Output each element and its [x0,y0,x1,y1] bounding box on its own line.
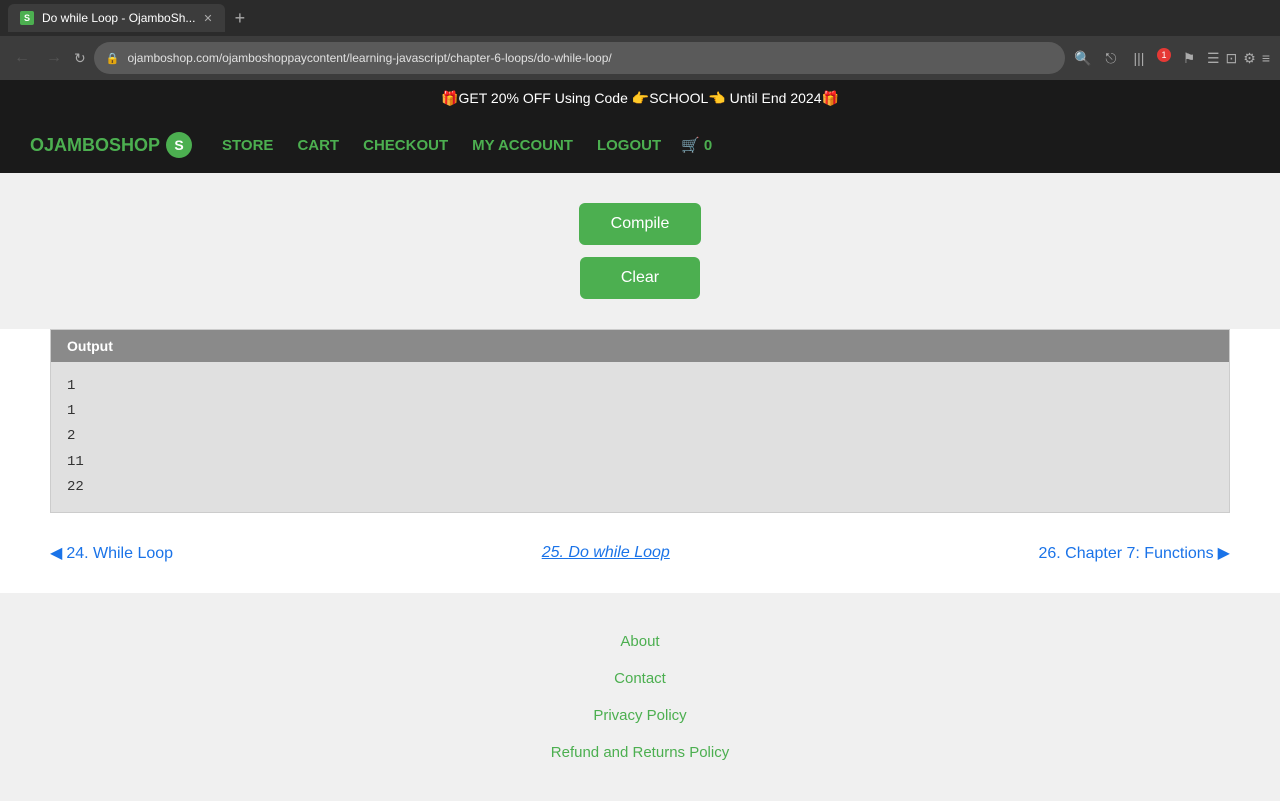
logo-link[interactable]: OJAMBOSHOP S [30,132,192,158]
back-button[interactable]: ← [10,49,34,67]
logo-icon: S [166,132,192,158]
promo-banner: 🎁GET 20% OFF Using Code 👉SCHOOL👈 Until E… [0,80,1280,117]
compile-button[interactable]: Compile [579,203,702,245]
sidebar-icons: ☰ ⊡ ⚙ ≡ [1207,50,1270,67]
forward-button[interactable]: → [42,49,66,67]
search-icon[interactable]: 🔍 [1073,48,1093,68]
active-tab[interactable]: S Do while Loop - OjamboSh... ✕ [8,4,225,32]
cart-link[interactable]: CART [297,137,339,154]
logo-text: OJAMBOSHOP [30,135,160,156]
menu-icon[interactable]: ≡ [1262,50,1270,66]
footer: About Contact Privacy Policy Refund and … [0,593,1280,801]
account-link[interactable]: MY ACCOUNT [472,137,573,154]
extension-icon[interactable]: ⚑ [1179,48,1199,68]
next-lesson-link[interactable]: 26. Chapter 7: Functions [1038,543,1230,563]
settings-icon[interactable]: ⚙ [1243,50,1256,67]
output-area: Output 1 1 2 11 22 [50,329,1230,513]
browser-controls: ← → ↻ 🔒 ojamboshop.com/ojamboshoppaycont… [0,36,1280,80]
tab-bar: S Do while Loop - OjamboSh... ✕ + [0,0,1280,36]
new-tab-button[interactable]: + [229,8,252,29]
browser-extras: 🔍 ⎋ ||| 1 ⚑ [1073,48,1199,68]
address-bar[interactable]: 🔒 ojamboshop.com/ojamboshoppaycontent/le… [94,42,1065,74]
lesson-nav: 24. While Loop 25. Do while Loop 26. Cha… [0,513,1280,593]
refresh-button[interactable]: ↻ [74,50,86,67]
sidebar-toggle[interactable]: ☰ [1207,50,1220,67]
output-line-1: 1 [67,374,1213,399]
output-content: 1 1 2 11 22 [51,362,1229,512]
nav-links: STORE CART CHECKOUT MY ACCOUNT LOGOUT [222,137,661,154]
logout-link[interactable]: LOGOUT [597,137,661,154]
cart-count: 0 [704,137,712,154]
main-nav: OJAMBOSHOP S STORE CART CHECKOUT MY ACCO… [0,117,1280,173]
compiler-area: Compile Clear [0,173,1280,329]
cart-widget[interactable]: 🛒 0 [681,136,712,154]
lock-icon: 🔒 [106,52,120,65]
store-link[interactable]: STORE [222,137,273,154]
tab-favicon: S [20,11,34,25]
page: 🎁GET 20% OFF Using Code 👉SCHOOL👈 Until E… [0,80,1280,801]
checkout-link[interactable]: CHECKOUT [363,137,448,154]
browser-chrome: S Do while Loop - OjamboSh... ✕ + ← → ↻ … [0,0,1280,80]
output-line-3: 2 [67,424,1213,449]
output-line-4: 11 [67,450,1213,475]
privacy-link[interactable]: Privacy Policy [593,707,686,724]
tab-title: Do while Loop - OjamboSh... [42,11,195,25]
output-line-5: 22 [67,475,1213,500]
about-link[interactable]: About [620,633,659,650]
prev-lesson-link[interactable]: 24. While Loop [50,543,173,563]
tab-close-button[interactable]: ✕ [203,12,212,25]
cart-icon: 🛒 [681,136,700,154]
output-header: Output [51,330,1229,362]
contact-link[interactable]: Contact [614,670,666,687]
rss-icon: ||| [1129,48,1149,68]
share-icon[interactable]: ⎋ [1101,48,1121,68]
url-text: ojamboshop.com/ojamboshoppaycontent/lear… [127,51,611,65]
current-lesson: 25. Do while Loop [542,544,670,562]
notification-badge: 1 [1157,48,1171,62]
tab-view-icon[interactable]: ⊡ [1226,50,1238,67]
refund-link[interactable]: Refund and Returns Policy [551,744,729,761]
promo-text: 🎁GET 20% OFF Using Code 👉SCHOOL👈 Until E… [441,90,839,106]
clear-button[interactable]: Clear [580,257,700,299]
output-line-2: 1 [67,399,1213,424]
